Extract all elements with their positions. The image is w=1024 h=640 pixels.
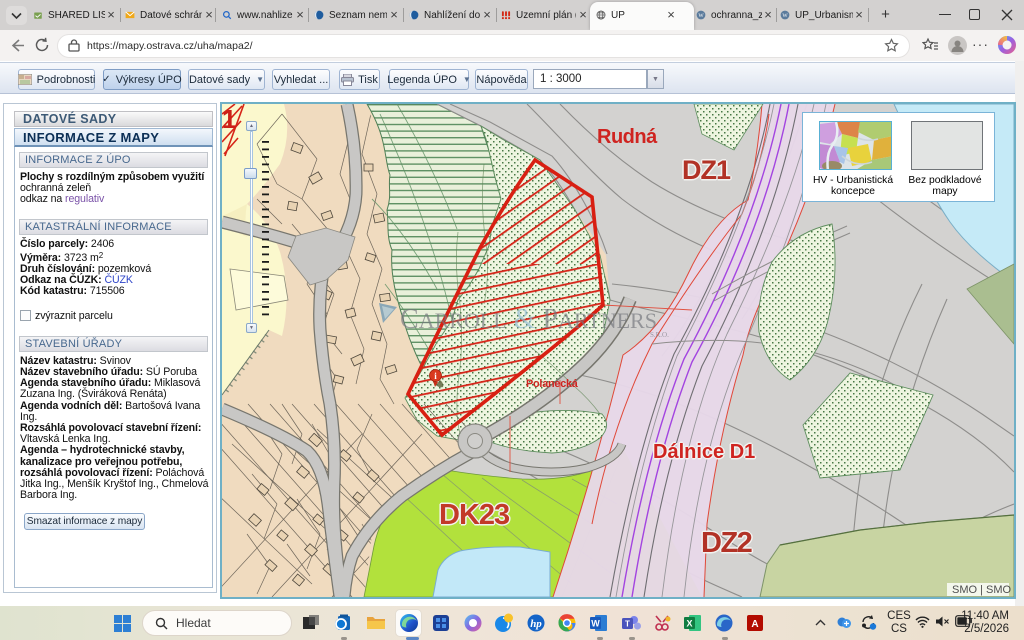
svg-text:T: T bbox=[625, 620, 630, 629]
svg-text:CARROLL & PARTNERS: CARROLL & PARTNERS bbox=[400, 304, 657, 335]
svg-text:W: W bbox=[782, 13, 788, 19]
svg-text:hp: hp bbox=[530, 618, 542, 630]
svg-text:X: X bbox=[686, 619, 692, 629]
svg-text:W: W bbox=[698, 13, 704, 19]
svg-text:W: W bbox=[591, 619, 600, 629]
svg-text:SMO | SMO: SMO | SMO bbox=[952, 584, 1012, 596]
svg-text:A: A bbox=[751, 619, 758, 630]
svg-text:S.R.O.: S.R.O. bbox=[650, 331, 669, 339]
